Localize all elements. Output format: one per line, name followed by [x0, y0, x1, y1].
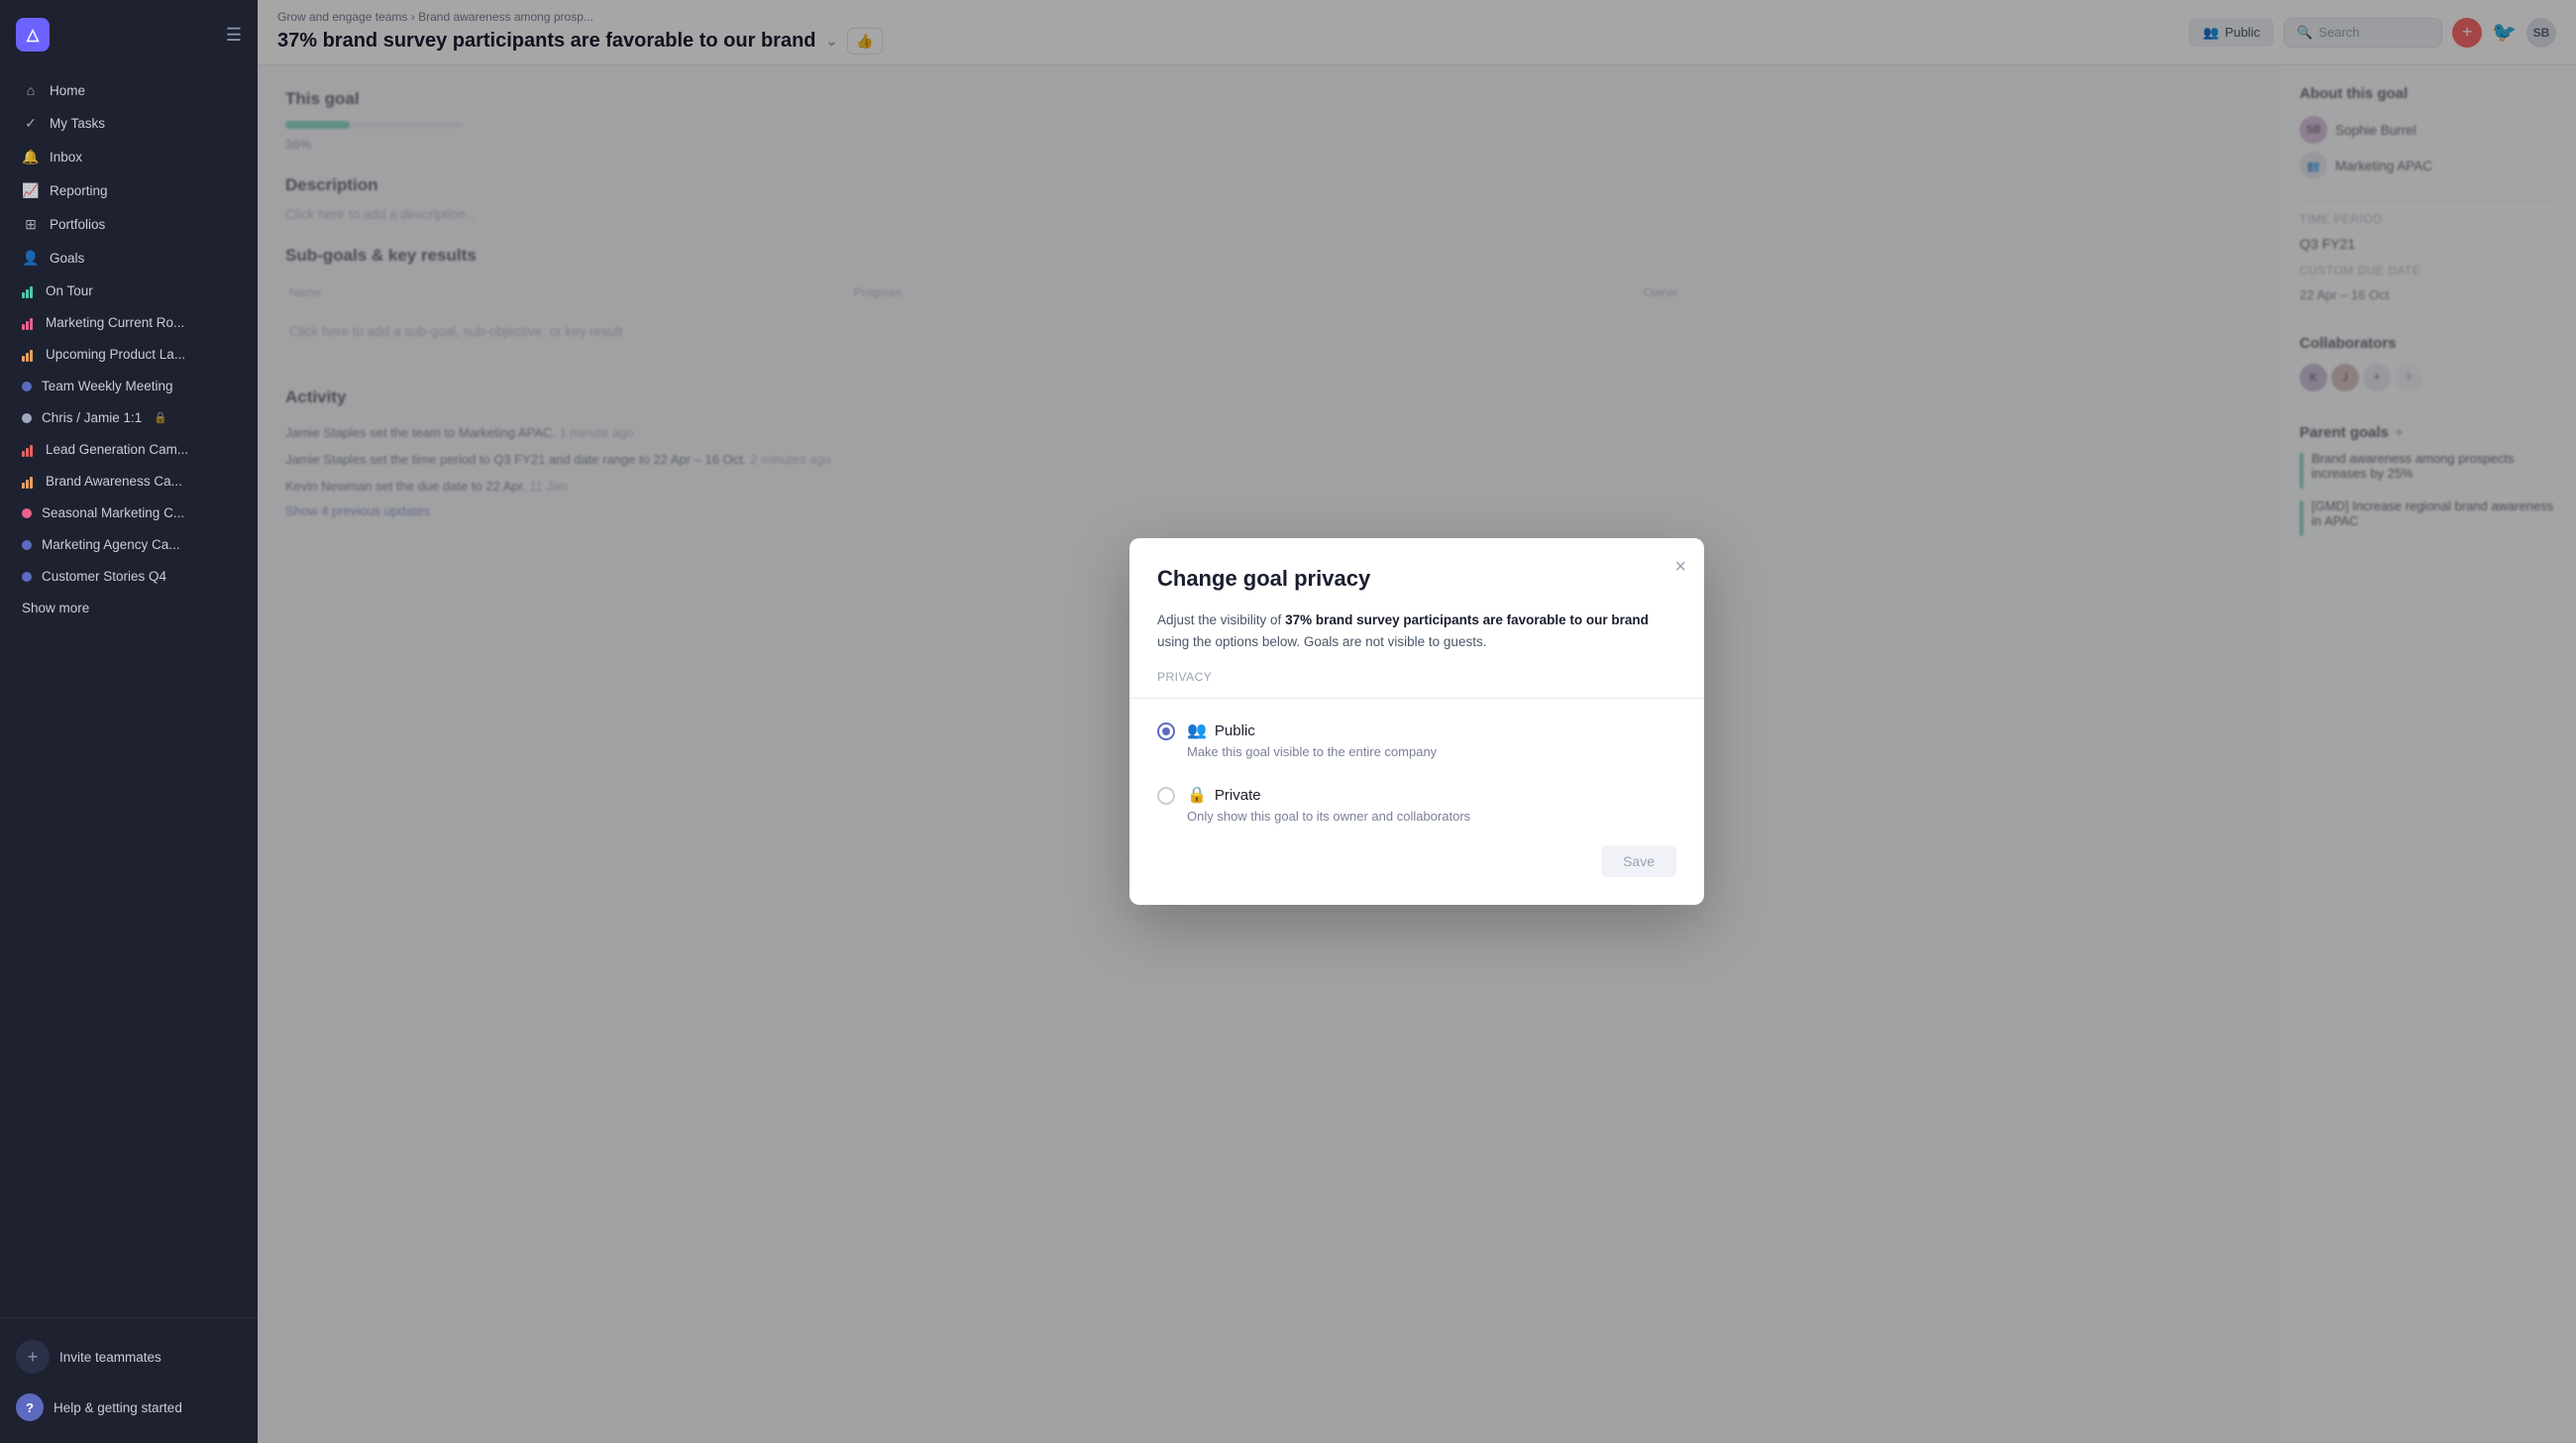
- help-icon: ?: [16, 1393, 44, 1421]
- save-button[interactable]: Save: [1601, 845, 1676, 877]
- modal-overlay[interactable]: Change goal privacy × Adjust the visibil…: [258, 0, 2576, 1443]
- modal-description: Adjust the visibility of 37% brand surve…: [1157, 610, 1676, 652]
- home-icon: ⌂: [22, 82, 40, 98]
- lock-icon: 🔒: [1187, 785, 1207, 805]
- sidebar-show-more[interactable]: Show more: [6, 593, 252, 623]
- dot-icon: [22, 382, 32, 391]
- people-icon: 👥: [1187, 721, 1207, 740]
- modal-close-button[interactable]: ×: [1674, 556, 1686, 579]
- dot-icon: [22, 508, 32, 518]
- modal-goal-name: 37% brand survey participants are favora…: [1285, 612, 1649, 627]
- sidebar-item-my-tasks[interactable]: ✓ My Tasks: [6, 107, 252, 140]
- dot-icon: [22, 413, 32, 423]
- sidebar-item-brand-awareness[interactable]: Brand Awareness Ca...: [6, 466, 252, 497]
- bell-icon: 🔔: [22, 149, 40, 166]
- sidebar-invite-teammates[interactable]: + Invite teammates: [0, 1330, 258, 1384]
- sidebar-header: △ ☰: [0, 0, 258, 69]
- sidebar-item-team-weekly[interactable]: Team Weekly Meeting: [6, 371, 252, 401]
- public-option[interactable]: 👥 Public Make this goal visible to the e…: [1157, 717, 1676, 763]
- sidebar-item-lead-generation[interactable]: Lead Generation Cam...: [6, 434, 252, 465]
- person-icon: 👤: [22, 250, 40, 267]
- lock-icon: 🔒: [154, 411, 167, 424]
- sidebar-item-customer-stories[interactable]: Customer Stories Q4: [6, 561, 252, 592]
- sidebar-item-reporting[interactable]: 📈 Reporting: [6, 174, 252, 207]
- sidebar-nav: ⌂ Home ✓ My Tasks 🔔 Inbox 📈 Reporting ⊞ …: [0, 69, 258, 1309]
- dot-icon: [22, 540, 32, 550]
- private-option[interactable]: 🔒 Private Only show this goal to its own…: [1157, 781, 1676, 828]
- private-option-content: 🔒 Private Only show this goal to its own…: [1187, 785, 1676, 824]
- sidebar-item-goals[interactable]: 👤 Goals: [6, 242, 252, 275]
- chart-icon: 📈: [22, 182, 40, 199]
- sidebar-item-portfolios[interactable]: ⊞ Portfolios: [6, 208, 252, 241]
- grid-icon: ⊞: [22, 216, 40, 233]
- sidebar-bottom: + Invite teammates ? Help & getting star…: [0, 1317, 258, 1443]
- public-option-content: 👥 Public Make this goal visible to the e…: [1187, 721, 1676, 759]
- dot-icon: [22, 572, 32, 582]
- bar-chart-icon: [22, 284, 36, 298]
- privacy-divider: [1129, 698, 1704, 699]
- private-option-label: Private: [1215, 787, 1261, 804]
- sidebar-item-upcoming-product[interactable]: Upcoming Product La...: [6, 339, 252, 370]
- sidebar-item-seasonal-marketing[interactable]: Seasonal Marketing C...: [6, 498, 252, 528]
- sidebar-item-marketing-current[interactable]: Marketing Current Ro...: [6, 307, 252, 338]
- sidebar-toggle[interactable]: ☰: [226, 25, 242, 46]
- sidebar-item-chris-jamie[interactable]: Chris / Jamie 1:1 🔒: [6, 402, 252, 433]
- sidebar-item-marketing-agency[interactable]: Marketing Agency Ca...: [6, 529, 252, 560]
- sidebar-item-home[interactable]: ⌂ Home: [6, 74, 252, 106]
- public-option-label: Public: [1215, 722, 1255, 739]
- public-option-desc: Make this goal visible to the entire com…: [1187, 744, 1676, 759]
- public-radio[interactable]: [1157, 722, 1175, 740]
- sidebar-help[interactable]: ? Help & getting started: [0, 1384, 258, 1431]
- check-icon: ✓: [22, 115, 40, 132]
- public-option-header: 👥 Public: [1187, 721, 1676, 740]
- privacy-label: Privacy: [1157, 670, 1676, 684]
- bar-chart-icon: [22, 316, 36, 330]
- change-goal-privacy-modal: Change goal privacy × Adjust the visibil…: [1129, 538, 1704, 905]
- modal-title: Change goal privacy: [1157, 566, 1676, 592]
- bar-chart-icon: [22, 443, 36, 457]
- private-option-desc: Only show this goal to its owner and col…: [1187, 809, 1676, 824]
- sidebar-logo[interactable]: △: [16, 18, 50, 52]
- private-option-header: 🔒 Private: [1187, 785, 1676, 805]
- main-area: Grow and engage teams › Brand awareness …: [258, 0, 2576, 1443]
- invite-icon: +: [16, 1340, 50, 1374]
- bar-chart-icon: [22, 348, 36, 362]
- private-radio[interactable]: [1157, 787, 1175, 805]
- modal-footer: Save: [1157, 845, 1676, 877]
- sidebar: △ ☰ ⌂ Home ✓ My Tasks 🔔 Inbox 📈 Reportin…: [0, 0, 258, 1443]
- sidebar-item-on-tour[interactable]: On Tour: [6, 276, 252, 306]
- bar-chart-icon: [22, 475, 36, 489]
- sidebar-item-inbox[interactable]: 🔔 Inbox: [6, 141, 252, 173]
